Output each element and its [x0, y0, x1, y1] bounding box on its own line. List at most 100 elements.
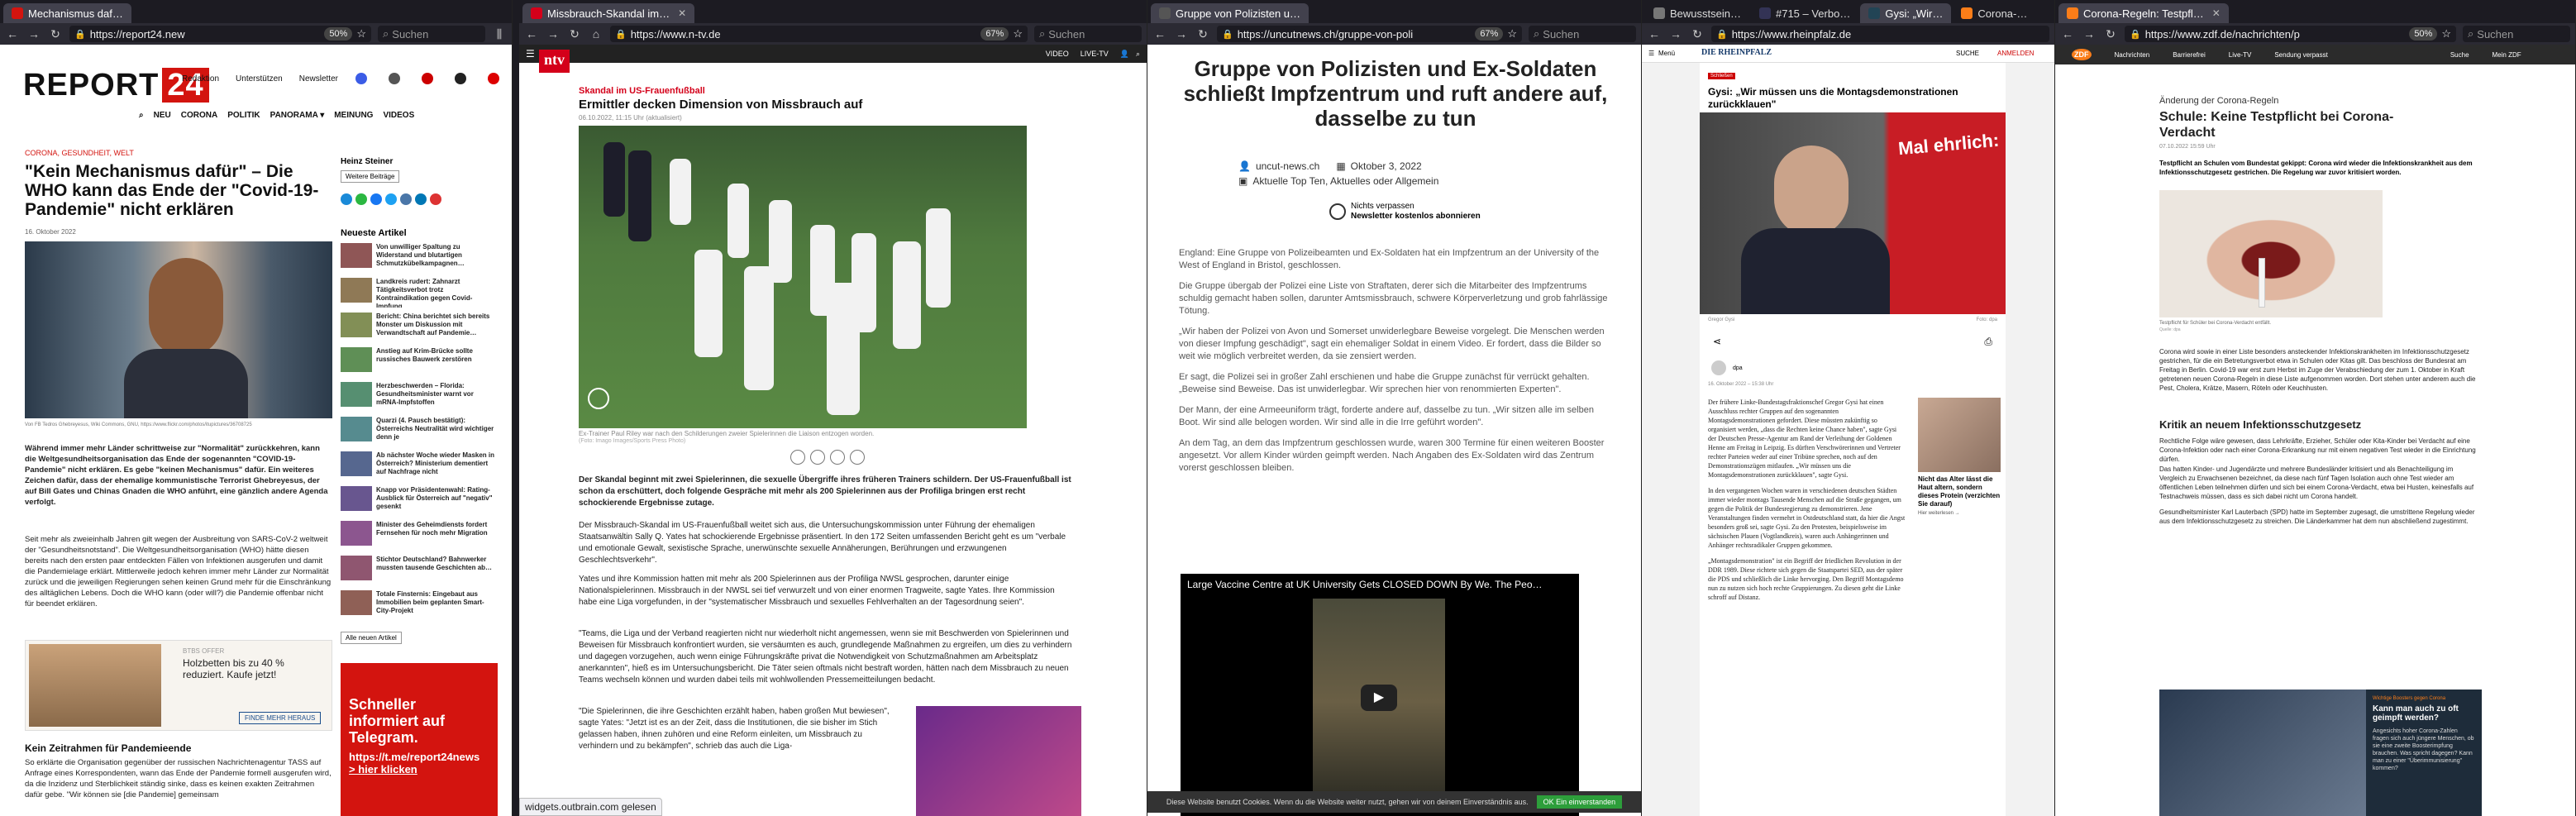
nav-item[interactable]: Sendung verpasst — [2274, 51, 2328, 59]
twitter-share-icon[interactable] — [810, 450, 825, 465]
twitter-share-icon[interactable] — [385, 193, 397, 205]
login-link[interactable]: ANMELDEN — [1997, 50, 2034, 57]
author-name[interactable]: Heinz Steiner — [341, 157, 393, 166]
video-player[interactable]: Large Vaccine Centre at UK University Ge… — [1181, 574, 1579, 816]
forward-icon[interactable]: → — [1174, 27, 1189, 41]
sidebar-article[interactable]: Knapp vor Präsidentenwahl: Rating-Ausbli… — [341, 486, 498, 516]
reload-icon[interactable]: ↻ — [48, 27, 63, 41]
ad-link[interactable]: Hier weiterlesen → — [1918, 511, 2001, 516]
reload-icon[interactable]: ↻ — [1195, 27, 1210, 41]
nav-item[interactable]: Live-TV — [2229, 51, 2252, 59]
facebook-share-icon[interactable] — [790, 450, 805, 465]
nav-item[interactable]: CORONA — [181, 111, 217, 120]
sidebar-article[interactable]: Ab nächster Woche wieder Masken in Öster… — [341, 451, 498, 481]
site-logo[interactable]: DIE RHEINPFALZ — [1701, 48, 1772, 57]
forward-icon[interactable]: → — [26, 27, 41, 41]
nav-item[interactable]: MEINUNG — [334, 111, 373, 120]
back-icon[interactable]: ← — [524, 27, 539, 41]
vk-share-icon[interactable] — [400, 193, 412, 205]
url-bar[interactable]: 🔒 https://www.rheinpfalz.de — [1711, 26, 2049, 42]
url-bar[interactable]: 🔒 https://report24.new 50% ☆ — [69, 26, 371, 42]
close-tab-icon[interactable]: ✕ — [678, 7, 686, 19]
email-share-icon[interactable] — [430, 193, 441, 205]
category-links[interactable]: Aktuelle Top Ten, Aktuelles oder Allgeme… — [1252, 175, 1438, 187]
forward-icon[interactable]: → — [1668, 27, 1683, 41]
tab-bewusstsein[interactable]: Bewusstsein… — [1645, 3, 1749, 23]
reload-icon[interactable]: ↻ — [1690, 27, 1705, 41]
nav-item[interactable]: PANORAMA ▾ — [270, 111, 325, 120]
tab-report24[interactable]: Mechanismus daf… — [3, 3, 131, 23]
tab-zdf[interactable]: Corona-Regeln: Testpfl… ✕ — [2058, 3, 2229, 23]
site-logo[interactable]: ntv — [539, 50, 570, 73]
more-posts-button[interactable]: Weitere Beiträge — [341, 170, 400, 183]
nav-item[interactable]: NEU — [154, 111, 171, 120]
tab-verbo[interactable]: #715 – Verbo… — [1751, 3, 1858, 23]
back-icon[interactable]: ← — [2060, 27, 2075, 41]
star-icon[interactable]: ☆ — [356, 27, 366, 41]
reload-icon[interactable]: ↻ — [567, 27, 582, 41]
sidebar-article[interactable]: Landkreis rudert: Zahnarzt Tätigkeitsver… — [341, 278, 498, 308]
sidebar-article[interactable]: Bericht: China berichtet sich bereits Mo… — [341, 313, 498, 342]
newsletter-box[interactable]: Nichts verpassen Newsletter kostenlos abo… — [1329, 202, 1481, 222]
nav-item[interactable]: VIDEOS — [383, 111, 414, 120]
gettr-icon[interactable] — [389, 73, 400, 84]
search-input[interactable]: ⌕ Suchen — [1034, 26, 1142, 42]
library-icon[interactable]: ⫼ — [492, 27, 507, 41]
menu-item[interactable]: Newsletter — [299, 74, 338, 84]
sidebar-article[interactable]: Totale Finsternis: Eingebaut aus Immobil… — [341, 590, 498, 620]
teaser-image[interactable] — [916, 706, 1081, 816]
home-icon[interactable]: ⌂ — [589, 27, 603, 41]
zoom-badge[interactable]: 50% — [2409, 27, 2438, 41]
print-icon[interactable]: ⎙ — [1984, 336, 1992, 348]
sidebar-article[interactable]: Herzbeschwerden – Florida: Gesundheitsmi… — [341, 382, 498, 412]
tab-uncutnews[interactable]: Gruppe von Polizisten u… — [1151, 3, 1309, 23]
zoom-badge[interactable]: 67% — [1475, 27, 1504, 41]
search-icon[interactable]: ⌕ — [139, 111, 144, 120]
menu-label[interactable]: Menü — [1658, 50, 1675, 57]
telegram-banner[interactable]: Schneller informiert auf Telegram. https… — [341, 663, 498, 816]
video-link[interactable]: VIDEO — [1046, 50, 1069, 58]
zoom-image-icon[interactable] — [589, 398, 608, 418]
search-input[interactable]: ⌕ Suchen — [378, 26, 485, 42]
more-share-icon[interactable] — [850, 450, 865, 465]
nav-item[interactable]: Barrierefrei — [2173, 51, 2206, 59]
zoom-badge[interactable]: 67% — [980, 27, 1009, 41]
forward-icon[interactable]: → — [2082, 27, 2097, 41]
url-bar[interactable]: 🔒 https://www.zdf.de/nachrichten/p 50% ☆ — [2125, 26, 2456, 42]
telegram-share-icon[interactable] — [341, 193, 352, 205]
back-icon[interactable]: ← — [1647, 27, 1662, 41]
menu-icon[interactable]: ☰ — [1648, 50, 1654, 57]
rumble-icon[interactable] — [455, 73, 466, 84]
odysee-icon[interactable] — [488, 73, 499, 84]
sidebar-ad[interactable]: Nicht das Alter lässt die Haut altern, s… — [1918, 398, 2001, 516]
ad-button[interactable]: FINDE MEHR HERAUS — [239, 712, 322, 724]
tab-corona[interactable]: Corona-… — [1953, 3, 2035, 23]
article-source[interactable]: uncut-news.ch — [1256, 160, 1319, 172]
user-icon[interactable]: 👤 — [1120, 50, 1129, 59]
url-bar[interactable]: 🔒 https://uncutnews.ch/gruppe-von-poli 67%… — [1217, 26, 1522, 42]
close-tab-icon[interactable]: ✕ — [2212, 7, 2221, 19]
email-share-icon[interactable] — [830, 450, 845, 465]
back-icon[interactable]: ← — [1152, 27, 1167, 41]
menu-icon[interactable]: ☰ — [526, 48, 535, 60]
reload-icon[interactable]: ↻ — [2103, 27, 2118, 41]
article-category[interactable]: CORONA, GESUNDHEIT, WELT — [25, 149, 134, 157]
star-icon[interactable]: ☆ — [1507, 27, 1517, 41]
nav-item[interactable]: Nachrichten — [2115, 51, 2150, 59]
all-articles-button[interactable]: Alle neuen Artikel — [341, 632, 402, 644]
site-logo[interactable]: REPORT 24 — [23, 68, 209, 103]
facebook-share-icon[interactable] — [370, 193, 382, 205]
menu-item[interactable]: Unterstützen — [236, 74, 283, 84]
url-bar[interactable]: 🔒 https://www.n-tv.de 67% ☆ — [610, 26, 1028, 42]
teaser-card[interactable]: Wichtige Boosters gegen Corona Kann man … — [2159, 690, 2482, 816]
search-link[interactable]: SUCHE — [1956, 50, 1979, 57]
search-input[interactable]: ⌕ Suchen — [2463, 26, 2570, 42]
nav-item[interactable]: POLITIK — [227, 111, 260, 120]
telegram-icon[interactable] — [355, 73, 367, 84]
zoom-badge[interactable]: 50% — [324, 27, 353, 41]
sidebar-article[interactable]: Von unwilliger Spaltung zu Widerstand un… — [341, 243, 498, 273]
whatsapp-share-icon[interactable] — [355, 193, 367, 205]
play-icon[interactable]: ▶ — [1361, 685, 1397, 711]
youtube-icon[interactable] — [422, 73, 433, 84]
advertisement[interactable]: BTBS OFFER Holzbetten bis zu 40 % reduzi… — [25, 640, 332, 731]
